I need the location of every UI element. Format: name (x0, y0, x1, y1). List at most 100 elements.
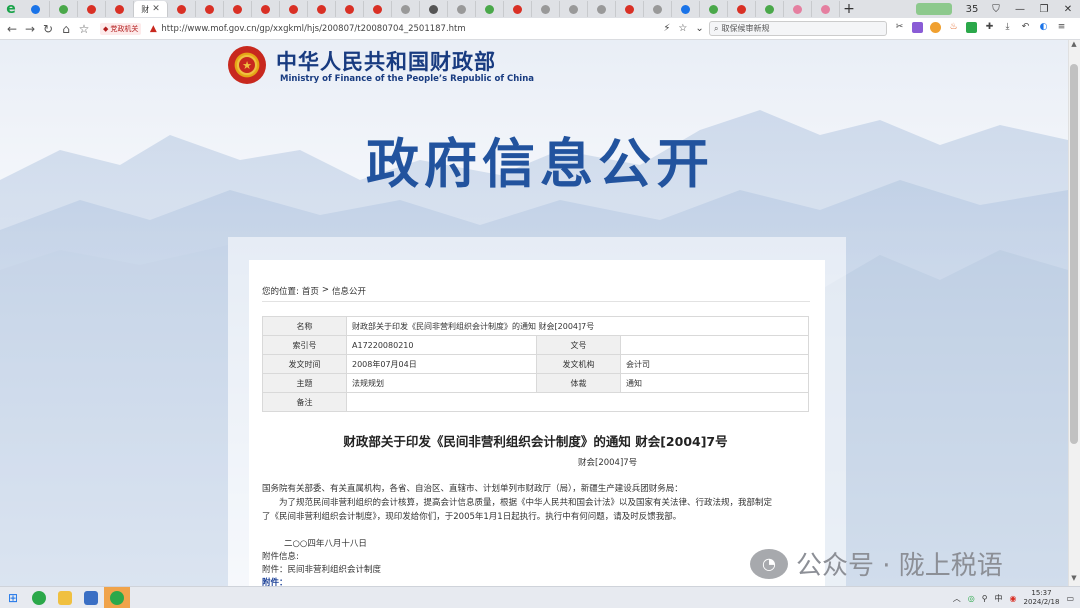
tab[interactable] (280, 1, 308, 17)
tab[interactable] (560, 1, 588, 17)
extension-purple-icon[interactable] (912, 22, 923, 33)
tab[interactable] (22, 1, 50, 17)
clock-date: 2024/2/18 (1023, 598, 1060, 606)
site-name-cn[interactable]: 中华人民共和国财政部 (276, 46, 496, 76)
tab[interactable] (168, 1, 196, 17)
extension-green-icon[interactable] (966, 22, 977, 33)
tab[interactable] (364, 1, 392, 17)
scroll-up-icon[interactable]: ▲ (1068, 40, 1080, 52)
gov-site-badge[interactable]: ◆ 党政机关 (100, 22, 142, 35)
national-emblem-logo[interactable]: ★ (228, 46, 266, 84)
taskbar-explorer-app[interactable] (52, 587, 78, 608)
download-icon[interactable]: ⤓ (1002, 22, 1013, 33)
clock[interactable]: 15:37 2024/2/18 (1024, 589, 1060, 607)
attachment-item[interactable]: 附件：民间非营利组织会计制度 (262, 563, 381, 575)
search-input[interactable]: ⌕ 取保候审新规 (709, 21, 887, 36)
tray-app-icon[interactable]: ◎ (968, 594, 975, 603)
tab[interactable] (812, 1, 840, 17)
tab[interactable] (448, 1, 476, 17)
tab[interactable] (78, 1, 106, 17)
tray-expand-icon[interactable]: ︿ (953, 593, 961, 604)
scroll-down-icon[interactable]: ▼ (1068, 574, 1080, 586)
tab[interactable] (476, 1, 504, 17)
bookmark-star-icon[interactable]: ☆ (678, 23, 687, 34)
tab[interactable] (224, 1, 252, 17)
lightning-icon[interactable]: ⚡ (663, 23, 670, 34)
dropdown-chevron-icon[interactable]: ⌄ (695, 23, 703, 34)
tab[interactable] (196, 1, 224, 17)
puzzle-icon[interactable]: ✚ (984, 22, 995, 33)
ime-indicator[interactable]: 中 (995, 593, 1003, 604)
tab[interactable] (616, 1, 644, 17)
shirt-icon[interactable]: ⛉ (984, 4, 1008, 15)
body-paragraph-line1: 为了规范民间非营利组织的会计核算，提高会计信息质量，根据《中华人民共和国会计法》… (279, 498, 773, 508)
favorites-icon[interactable]: ☆ (76, 22, 92, 36)
wechat-app-icon (110, 590, 124, 605)
back-icon[interactable]: ← (4, 22, 20, 36)
site-security-icon[interactable]: ▲ (145, 24, 161, 34)
index-label: 索引号 (262, 335, 347, 355)
taskbar-browser-app[interactable] (26, 587, 52, 608)
reload-icon[interactable]: ↻ (40, 22, 56, 36)
body-paragraph-line2: 了《民间非营利组织会计制度》，现印发给你们，于2005年1月1日起执行。执行中有… (262, 512, 682, 522)
breadcrumb-prefix: 您的位置: (262, 287, 299, 297)
search-placeholder: 取保候审新规 (721, 24, 770, 33)
extension-toolbar: ✂ ♨ ✚ ⤓ ↶ ◐ ≡ (894, 22, 1067, 33)
name-value: 财政部关于印发《民间非营利组织会计制度》的通知 财会[2004]7号 (346, 316, 809, 336)
tab[interactable] (336, 1, 364, 17)
tab[interactable] (700, 1, 728, 17)
menu-icon[interactable]: ≡ (1056, 22, 1067, 33)
taskbar-wechat-app[interactable] (104, 586, 130, 608)
extension-fire-icon[interactable]: ♨ (948, 22, 959, 33)
url-field[interactable]: http://www.mof.gov.cn/gp/xxgkml/hjs/2008… (161, 24, 641, 34)
tab[interactable] (644, 1, 672, 17)
breadcrumb-home-link[interactable]: 首页 (302, 285, 319, 297)
scroll-thumb[interactable] (1070, 64, 1078, 444)
genre-label: 体裁 (536, 373, 621, 393)
tab[interactable] (420, 1, 448, 17)
forward-icon[interactable]: → (22, 22, 38, 36)
tab-favicon-icon (793, 4, 802, 14)
tab[interactable] (504, 1, 532, 17)
breadcrumb-current-link[interactable]: 信息公开 (332, 285, 366, 297)
tab-favicon-icon (233, 4, 242, 14)
tab[interactable] (392, 1, 420, 17)
close-window-icon[interactable]: ✕ (1056, 4, 1080, 15)
tab[interactable] (728, 1, 756, 17)
tab-active[interactable]: 财 ✕ (134, 1, 168, 17)
docno-label: 文号 (536, 335, 621, 355)
browser-logo-icon[interactable]: e (0, 0, 22, 18)
tab[interactable] (252, 1, 280, 17)
edge-icon[interactable]: ◐ (1038, 22, 1049, 33)
minimize-icon[interactable]: — (1008, 4, 1032, 15)
note-label: 备注 (262, 392, 347, 412)
scissors-icon[interactable]: ✂ (894, 22, 905, 33)
undo-icon[interactable]: ↶ (1020, 22, 1031, 33)
tab-favicon-icon (653, 4, 662, 14)
tray-antivirus-icon[interactable]: ◉ (1010, 594, 1017, 603)
tab[interactable] (106, 1, 134, 17)
tab[interactable] (588, 1, 616, 17)
tab[interactable] (308, 1, 336, 17)
extension-orange-icon[interactable] (930, 22, 941, 33)
tab[interactable] (756, 1, 784, 17)
page-scrollbar[interactable]: ▲ ▼ (1068, 40, 1080, 586)
tab-favicon-icon (765, 4, 774, 14)
tab-favicon-icon (513, 4, 522, 14)
tab[interactable] (672, 1, 700, 17)
close-tab-icon[interactable]: ✕ (152, 4, 160, 14)
network-icon[interactable]: ⚲ (982, 594, 988, 603)
emblem-star-icon: ★ (237, 55, 257, 75)
taskbar-editor-app[interactable] (78, 587, 104, 608)
tab[interactable] (532, 1, 560, 17)
home-icon[interactable]: ⌂ (58, 22, 74, 36)
notification-icon[interactable]: ▭ (1066, 594, 1074, 603)
tab[interactable] (784, 1, 812, 17)
tab[interactable] (50, 1, 78, 17)
tab-favicon-icon (625, 4, 634, 14)
maximize-icon[interactable]: ❐ (1032, 4, 1056, 15)
watermark-text: 公众号 · 陇上税语 (796, 551, 1003, 581)
tab-favicon-icon (429, 4, 438, 14)
new-tab-button[interactable]: + (840, 0, 858, 18)
windows-start-icon[interactable]: ⊞ (0, 591, 26, 605)
